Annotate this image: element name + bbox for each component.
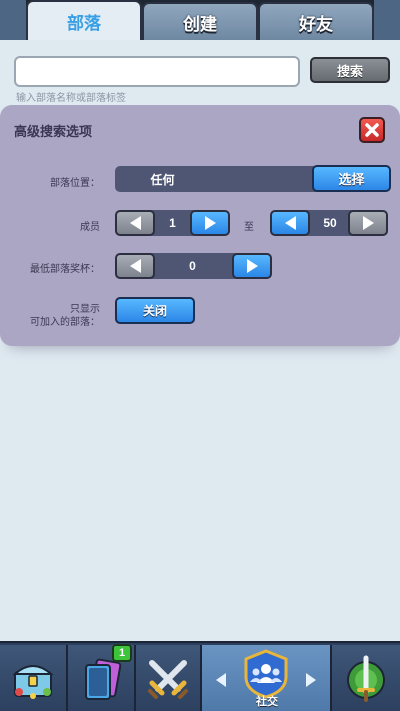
arrow-left-icon xyxy=(129,216,141,230)
nav-shop[interactable] xyxy=(0,645,68,711)
social-icon xyxy=(244,649,288,699)
min-trophies-decrease-button[interactable] xyxy=(115,253,155,279)
cards-icon xyxy=(85,658,122,700)
cards-notification-badge: 1 xyxy=(112,644,132,662)
location-value-text: 任何 xyxy=(150,172,175,187)
max-members-increase-button[interactable] xyxy=(348,210,388,236)
only-joinable-label: 只显示 可加入的部落： xyxy=(20,303,100,329)
crossed-swords-icon xyxy=(148,660,188,699)
arrow-left-icon xyxy=(284,216,296,230)
members-label: 成员 xyxy=(80,222,100,233)
only-joinable-toggle[interactable]: 关闭 xyxy=(115,297,195,324)
nav-social[interactable]: 社交 xyxy=(202,645,332,711)
panel-title: 高级搜索选项 xyxy=(14,124,93,139)
max-members-decrease-button[interactable] xyxy=(270,210,310,236)
location-value: 任何 xyxy=(115,166,325,192)
laurel-sword-icon xyxy=(347,655,385,702)
tab-create[interactable]: 创建 xyxy=(142,2,258,40)
nav-cards[interactable]: 1 xyxy=(68,644,136,711)
nav-left-arrow-icon[interactable] xyxy=(216,673,226,687)
advanced-search-panel: 高级搜索选项 部落位置： 任何 选择 成员 1 至 50 最低部落奖杯： 0 只… xyxy=(0,105,400,346)
min-members-increase-button[interactable] xyxy=(190,210,230,236)
tab-bar-edge-left xyxy=(0,0,26,40)
only-joinable-label-line2: 可加入的部落： xyxy=(30,317,100,328)
nav-social-label: 社交 xyxy=(256,696,278,708)
tab-friends[interactable]: 好友 xyxy=(258,2,374,40)
arrow-left-icon xyxy=(129,259,141,273)
clan-search-input[interactable] xyxy=(14,56,300,87)
only-joinable-label-line1: 只显示 xyxy=(70,304,100,315)
close-icon xyxy=(365,123,379,137)
to-label: 至 xyxy=(244,222,254,233)
top-tab-bar: 部落 创建 好友 xyxy=(0,0,400,40)
min-trophies-increase-button[interactable] xyxy=(232,253,272,279)
nav-tournaments[interactable] xyxy=(332,645,400,711)
tab-bar-edge-right xyxy=(374,0,400,40)
arrow-right-icon xyxy=(362,216,374,230)
search-button[interactable]: 搜索 xyxy=(310,57,390,83)
choose-location-button[interactable]: 选择 xyxy=(312,165,391,192)
nav-right-arrow-icon[interactable] xyxy=(306,673,316,687)
min-members-decrease-button[interactable] xyxy=(115,210,155,236)
tab-clans[interactable]: 部落 xyxy=(26,0,142,40)
location-label: 部落位置： xyxy=(50,178,100,189)
arrow-right-icon xyxy=(246,259,258,273)
close-button[interactable] xyxy=(359,117,385,143)
bottom-nav: 1 社交 xyxy=(0,641,400,711)
nav-battle[interactable] xyxy=(136,645,202,711)
arrow-right-icon xyxy=(204,216,216,230)
min-trophies-label: 最低部落奖杯： xyxy=(30,264,100,275)
chest-icon xyxy=(12,665,54,699)
search-hint: 输入部落名称或部落标签 xyxy=(16,93,126,104)
